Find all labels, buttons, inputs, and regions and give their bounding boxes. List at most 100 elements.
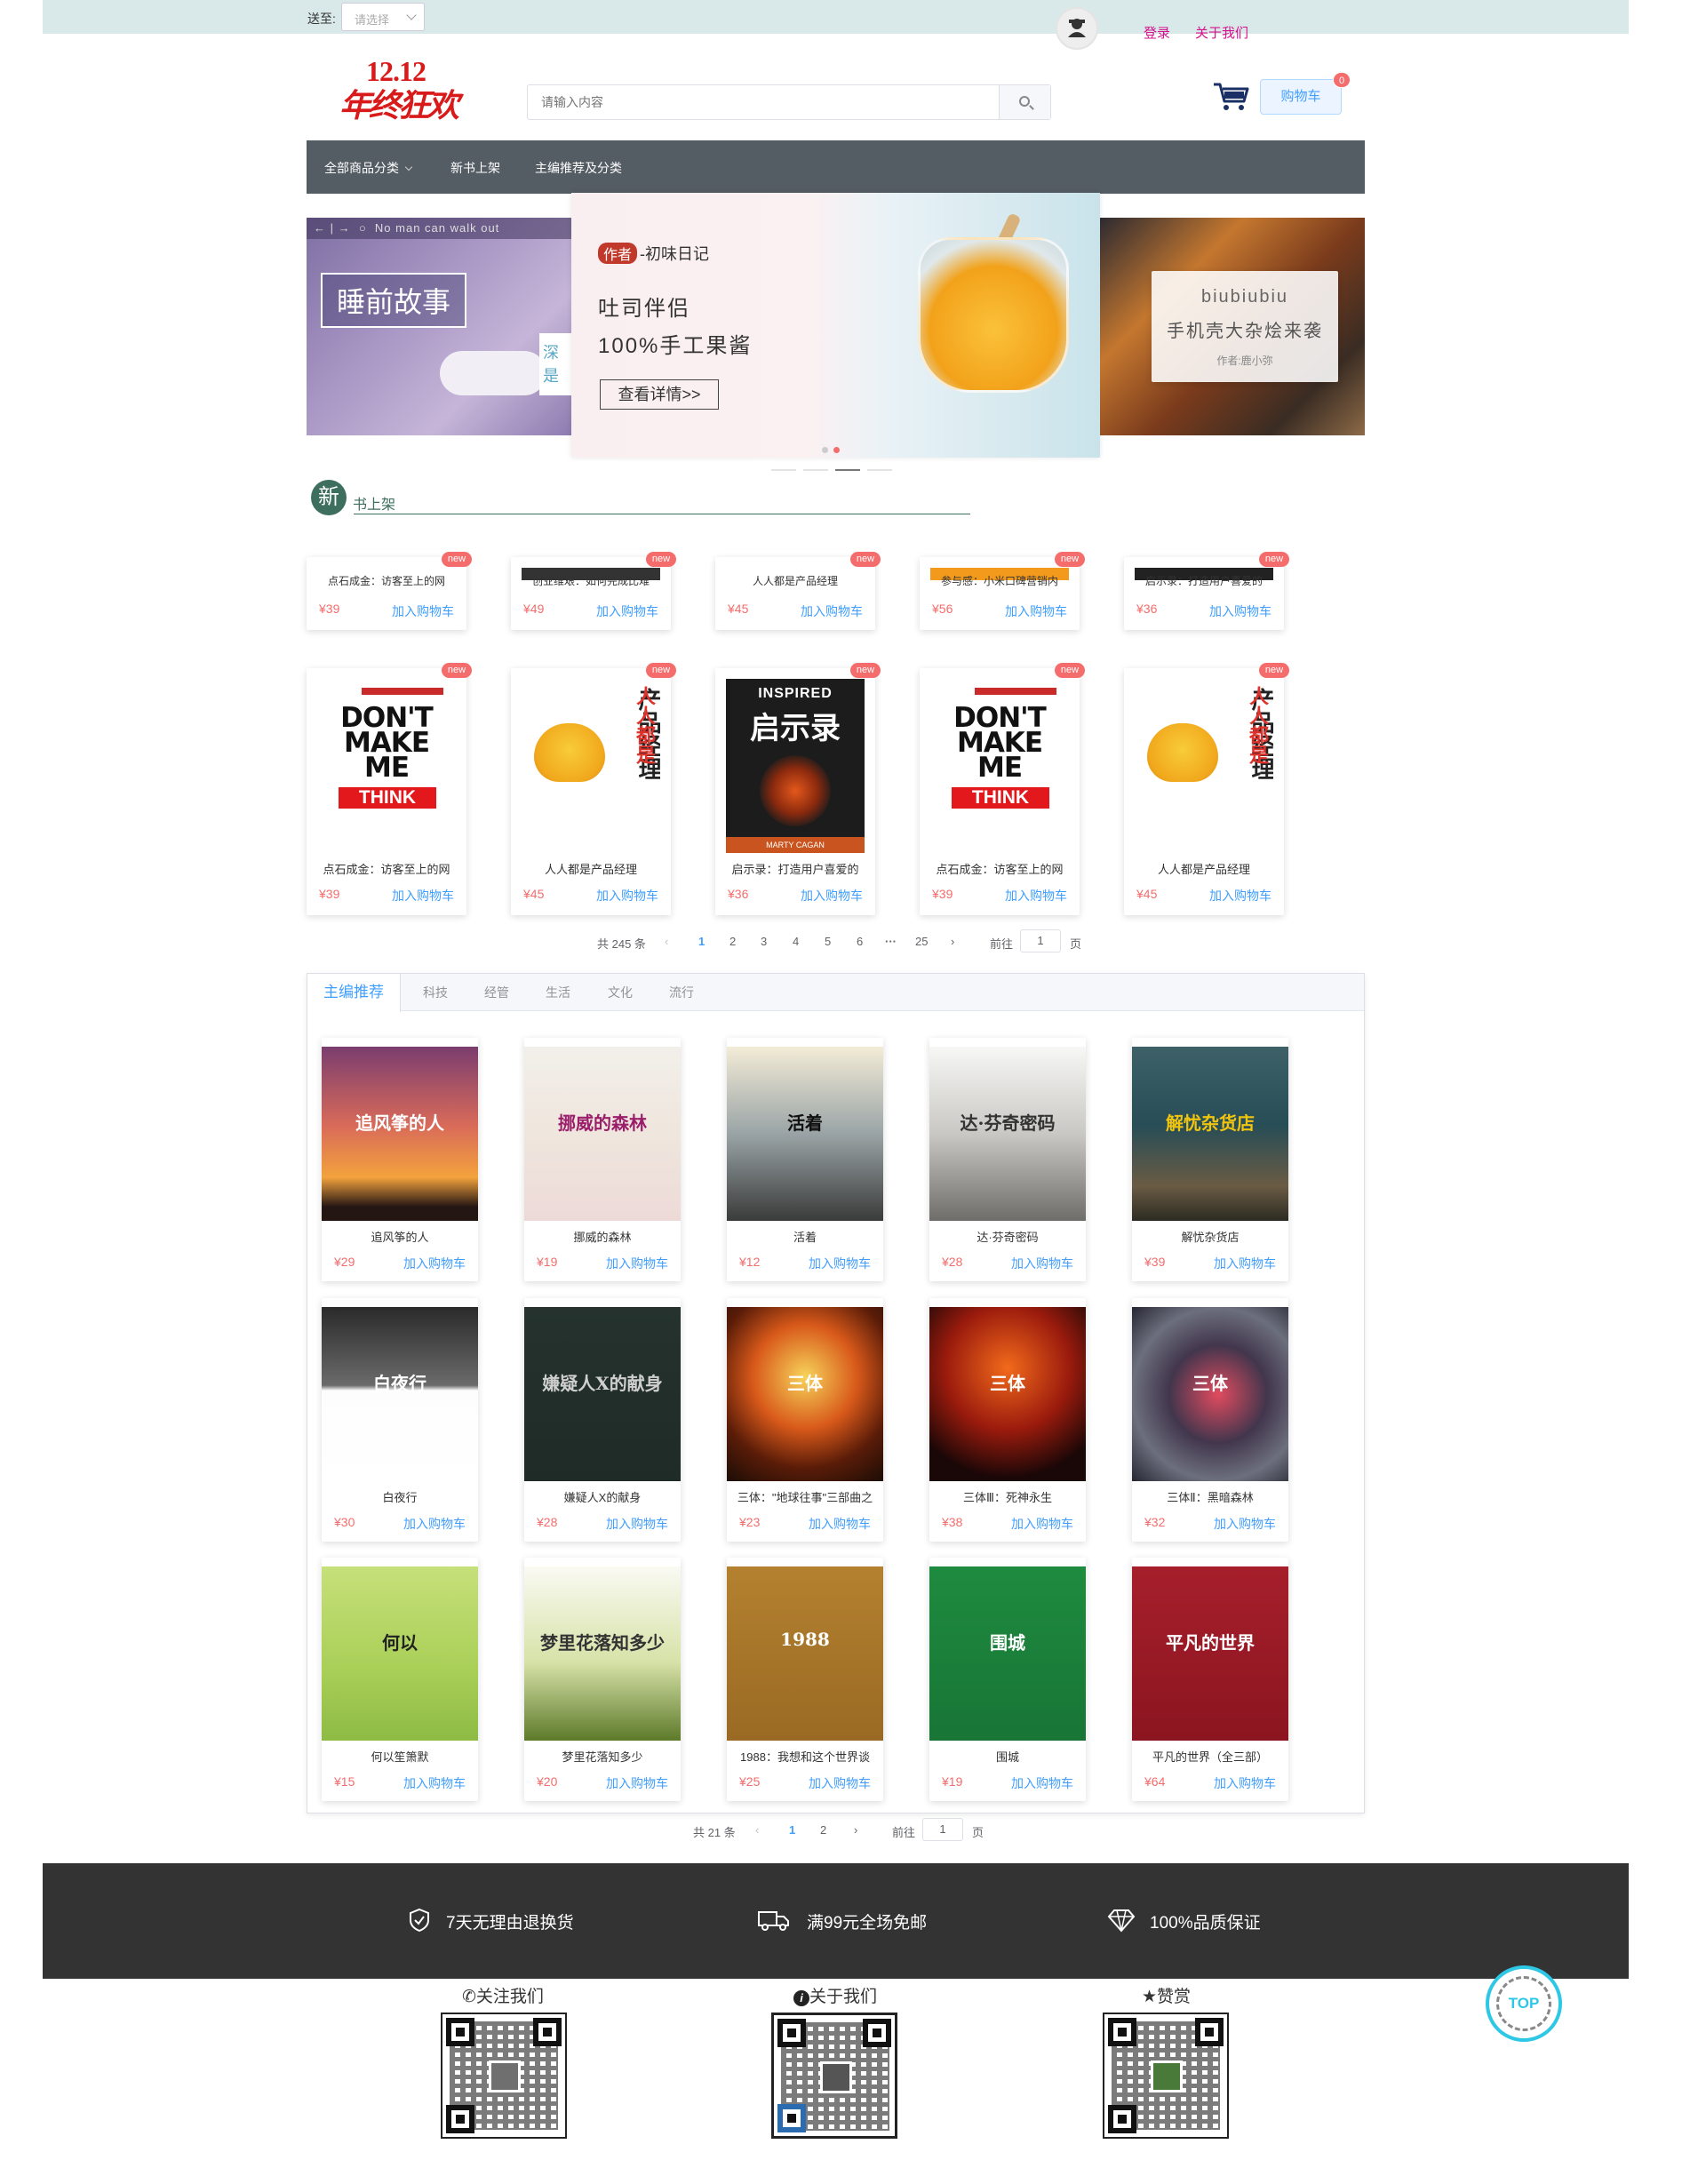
recommended-book-card[interactable]: 解忧杂货店 解忧杂货店 ¥39 加入购物车 [1132,1038,1288,1281]
user-avatar[interactable] [1056,7,1098,50]
back-to-top-button[interactable]: TOP [1486,1965,1562,2042]
goto-page-input[interactable]: 1 [1020,929,1061,953]
add-to-cart-link[interactable]: 加入购物车 [403,1255,466,1272]
new-book-card-compact[interactable]: 创业维艰：如何完成比难 ¥49 加入购物车 new [511,552,676,630]
new-book-card-compact[interactable]: 点石成金：访客至上的网 ¥39 加入购物车 new [307,552,472,630]
cart-button[interactable]: 购物车 [1260,79,1342,115]
add-to-cart-link[interactable]: 加入购物车 [1209,887,1271,905]
recommended-book-card[interactable]: 挪威的森林 挪威的森林 ¥19 加入购物车 [524,1038,681,1281]
banner-left-title: 睡前故事 [321,273,467,328]
recommended-book-card[interactable]: 三体 三体Ⅱ：黑暗森林 ¥32 加入购物车 [1132,1298,1288,1542]
nav-all-categories[interactable]: 全部商品分类 [324,159,413,177]
tab-culture[interactable]: 文化 [608,974,633,1011]
add-to-cart-link[interactable]: 加入购物车 [606,1255,668,1272]
recommended-book-card[interactable]: 平凡的世界 平凡的世界（全三部） ¥64 加入购物车 [1132,1558,1288,1801]
page-number[interactable]: 6 [857,935,863,948]
page-number[interactable]: 1 [789,1823,795,1837]
carousel-indicator-active[interactable] [835,469,860,471]
carousel-dot[interactable] [822,447,828,453]
add-to-cart-link[interactable]: 加入购物车 [809,1515,871,1533]
carousel-indicator[interactable] [867,469,892,471]
page-number[interactable]: 2 [820,1823,826,1837]
login-link[interactable]: 登录 [1144,23,1170,42]
add-to-cart-link[interactable]: 加入购物车 [801,602,863,620]
new-book-card[interactable]: DON'T MAKE ME THINK 点石成金：访客至上的网 ¥39 加入购物车 new [307,663,472,915]
add-to-cart-link[interactable]: 加入购物车 [596,887,658,905]
view-details-button[interactable]: 查看详情>> [600,379,719,410]
promise-free-shipping: 满99元全场免邮 [807,1914,928,1933]
tab-tech[interactable]: 科技 [423,974,448,1011]
add-to-cart-link[interactable]: 加入购物车 [392,602,454,620]
recommended-book-card[interactable]: 何以 何以笙箫默 ¥15 加入购物车 [322,1558,478,1801]
recommended-book-card[interactable]: 白夜行 白夜行 ¥30 加入购物车 [322,1298,478,1542]
new-badge: new [850,663,881,678]
about-us-link[interactable]: 关于我们 [1195,23,1248,42]
nav-new-arrivals[interactable]: 新书上架 [450,159,500,177]
cart-icon[interactable] [1212,80,1251,112]
recommended-book-card[interactable]: 活着 活着 ¥12 加入购物车 [727,1038,883,1281]
banner-slide-active[interactable]: 作者 -初味日记 吐司伴侣 100%手工果酱 查看详情>> [571,193,1100,458]
add-to-cart-link[interactable]: 加入购物车 [1005,887,1067,905]
add-to-cart-link[interactable]: 加入购物车 [1214,1255,1276,1272]
next-page-icon[interactable]: › [854,1823,857,1837]
new-book-card[interactable]: DON'T MAKE ME THINK 点石成金：访客至上的网 ¥39 加入购物车 new [920,663,1085,915]
add-to-cart-link[interactable]: 加入购物车 [1209,602,1271,620]
recommended-book-card[interactable]: 三体 三体Ⅲ：死神永生 ¥38 加入购物车 [929,1298,1086,1542]
carousel-indicator[interactable] [771,469,796,471]
page-number[interactable]: 3 [761,935,767,948]
add-to-cart-link[interactable]: 加入购物车 [1214,1774,1276,1792]
recommended-book-card[interactable]: 梦里花落知多少 梦里花落知多少 ¥20 加入购物车 [524,1558,681,1801]
recommended-book-card[interactable]: 围城 围城 ¥19 加入购物车 [929,1558,1086,1801]
page-number[interactable]: 2 [729,935,736,948]
search-box [527,84,1051,120]
add-to-cart-link[interactable]: 加入购物车 [606,1774,668,1792]
prev-page-icon[interactable]: ‹ [755,1823,759,1837]
add-to-cart-link[interactable]: 加入购物车 [403,1515,466,1533]
page-ellipsis[interactable]: ··· [885,935,897,948]
new-book-card[interactable]: 产品经理 人人都是 人人都是产品经理 ¥45 加入购物车 new [1124,663,1289,915]
tab-life[interactable]: 生活 [546,974,570,1011]
new-book-card[interactable]: INSPIRED 启示录 MARTY CAGAN 启示录：打造用户喜爱的 ¥36 加入购物… [715,663,881,915]
add-to-cart-link[interactable]: 加入购物车 [801,887,863,905]
banner-slide-left[interactable]: ← | → ○ No man can walk out 睡前故事 深是 [307,218,573,435]
add-to-cart-link[interactable]: 加入购物车 [606,1515,668,1533]
prev-page-icon[interactable]: ‹ [665,935,668,948]
nav-editor-picks[interactable]: 主编推荐及分类 [535,159,622,177]
tab-popular[interactable]: 流行 [669,974,694,1011]
add-to-cart-link[interactable]: 加入购物车 [1011,1515,1073,1533]
new-badge: new [1055,552,1085,567]
page-number[interactable]: 4 [793,935,799,948]
add-to-cart-link[interactable]: 加入购物车 [1011,1255,1073,1272]
recommended-book-card[interactable]: 嫌疑人X的献身 嫌疑人X的献身 ¥28 加入购物车 [524,1298,681,1542]
recommended-book-card[interactable]: 达·芬奇密码 达·芬奇密码 ¥28 加入购物车 [929,1038,1086,1281]
add-to-cart-link[interactable]: 加入购物车 [1011,1774,1073,1792]
new-book-card-compact[interactable]: 参与感：小米口碑营销内 ¥56 加入购物车 new [920,552,1085,630]
add-to-cart-link[interactable]: 加入购物车 [403,1774,466,1792]
new-book-card-compact[interactable]: 启示录：打造用户喜爱的 ¥36 加入购物车 new [1124,552,1289,630]
recommended-book-card[interactable]: 三体 三体："地球往事"三部曲之 ¥23 加入购物车 [727,1298,883,1542]
recommended-book-card[interactable]: 1988 1988：我想和这个世界谈 ¥25 加入购物车 [727,1558,883,1801]
carousel-dot-active[interactable] [833,447,840,453]
page-number[interactable]: 1 [698,935,705,948]
goto-page-input[interactable]: 1 [922,1818,963,1841]
tab-business[interactable]: 经管 [484,974,509,1011]
add-to-cart-link[interactable]: 加入购物车 [809,1255,871,1272]
next-page-icon[interactable]: › [951,935,954,948]
new-book-card[interactable]: 产品经理 人人都是 人人都是产品经理 ¥45 加入购物车 new [511,663,676,915]
page-number[interactable]: 5 [825,935,831,948]
banner-slide-right[interactable]: biubiubiu 手机壳大杂烩来袭 作者:鹿小弥 [1100,218,1365,435]
page-number[interactable]: 25 [915,935,928,948]
promo-logo[interactable]: 12.12 年终狂欢 [339,55,459,124]
add-to-cart-link[interactable]: 加入购物车 [1214,1515,1276,1533]
carousel-indicator[interactable] [803,469,828,471]
search-button[interactable] [999,85,1050,119]
ship-to-select[interactable]: 请选择 [341,3,425,31]
tab-editor-picks[interactable]: 主编推荐 [307,974,401,1012]
add-to-cart-link[interactable]: 加入购物车 [392,887,454,905]
recommended-book-card[interactable]: 追风筝的人 追风筝的人 ¥29 加入购物车 [322,1038,478,1281]
new-book-card-compact[interactable]: 人人都是产品经理 ¥45 加入购物车 new [715,552,881,630]
add-to-cart-link[interactable]: 加入购物车 [596,602,658,620]
add-to-cart-link[interactable]: 加入购物车 [1005,602,1067,620]
search-input[interactable] [529,86,995,118]
add-to-cart-link[interactable]: 加入购物车 [809,1774,871,1792]
